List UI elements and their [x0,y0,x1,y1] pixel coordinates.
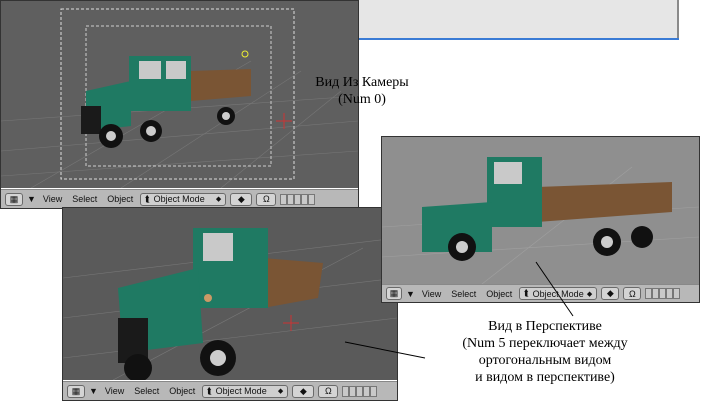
caption-pointers [344,261,574,359]
pointer-lower-view [344,341,426,359]
pointer-right-view [535,261,574,317]
